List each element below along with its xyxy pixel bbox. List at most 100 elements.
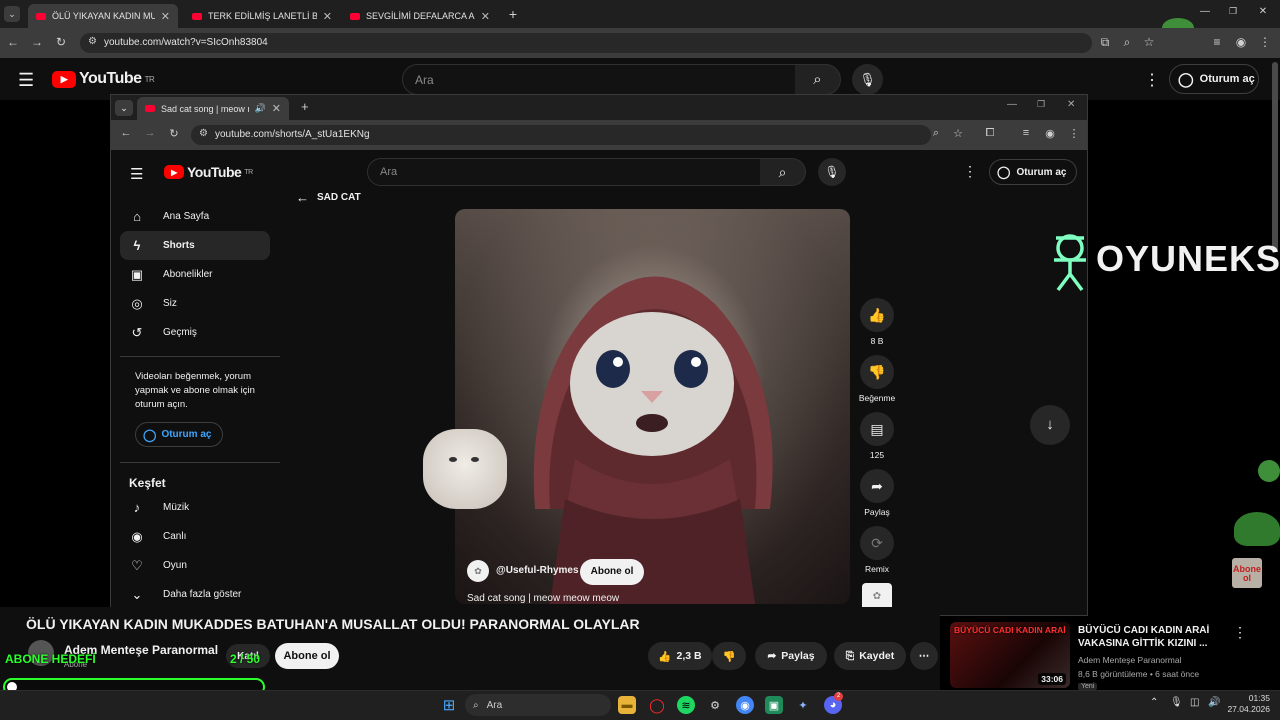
- close-tab-icon[interactable]: ✕: [161, 10, 170, 23]
- profile-icon[interactable]: ◉: [1041, 127, 1059, 140]
- menu-icon[interactable]: ☰: [130, 165, 143, 183]
- sign-in-button[interactable]: ◯ Oturum aç: [989, 159, 1077, 185]
- channel-handle[interactable]: @Useful-Rhymes: [496, 565, 579, 576]
- network-icon[interactable]: ◫: [1190, 697, 1199, 708]
- search-input[interactable]: Ara: [367, 158, 761, 186]
- chrome-menu-icon[interactable]: ⋮: [1256, 35, 1274, 49]
- recommended-channel[interactable]: Adem Menteşe Paranormal: [1078, 655, 1181, 665]
- back-icon[interactable]: ←: [4, 35, 22, 49]
- sidebar-item-history[interactable]: ↺ Geçmiş: [120, 318, 270, 347]
- spotify-icon[interactable]: ≋: [677, 696, 695, 714]
- new-tab-icon[interactable]: +: [504, 6, 522, 22]
- dislike-icon[interactable]: 👎: [860, 355, 894, 389]
- browser-tab-1[interactable]: ÖLÜ YIKAYAN KADIN MUKADDE ✕: [28, 4, 178, 28]
- file-explorer-icon[interactable]: ▬: [618, 696, 636, 714]
- more-options-icon[interactable]: ⋮: [1144, 70, 1160, 90]
- search-button[interactable]: ⌕: [795, 64, 841, 95]
- taskbar-search[interactable]: ⌕ Ara: [465, 694, 611, 716]
- site-info-icon[interactable]: ⚙: [199, 128, 208, 139]
- share-button[interactable]: ➦ Paylaş: [755, 642, 827, 670]
- media-icon[interactable]: ≡: [1017, 127, 1035, 139]
- like-action[interactable]: 👍 8 B: [860, 298, 894, 346]
- close-window-icon[interactable]: ✕: [1067, 99, 1075, 110]
- share-icon[interactable]: ➦: [860, 469, 894, 503]
- cast-icon[interactable]: ⧉: [1096, 35, 1114, 50]
- app-icon[interactable]: ✦: [794, 696, 812, 714]
- comment-icon[interactable]: ▤: [860, 412, 894, 446]
- new-tab-icon[interactable]: +: [301, 99, 309, 114]
- back-icon[interactable]: ←: [117, 127, 135, 139]
- chrome-menu-icon[interactable]: ⋮: [1065, 127, 1083, 140]
- page-scrollbar[interactable]: [1272, 62, 1278, 252]
- address-bar[interactable]: ⚙ youtube.com/watch?v=SIcOnh83804: [80, 33, 1092, 53]
- sidebar-item-you[interactable]: ◎ Siz: [120, 289, 270, 318]
- forward-icon[interactable]: →: [141, 127, 159, 139]
- inner-tab[interactable]: Sad cat song | meow meow 🔊 ✕: [137, 97, 289, 120]
- voice-search-button[interactable]: 🎙: [852, 64, 883, 95]
- zoom-icon[interactable]: ⌕: [1118, 35, 1136, 50]
- restore-icon[interactable]: ❐: [1037, 99, 1045, 110]
- share-action[interactable]: ➦ Paylaş: [860, 469, 894, 517]
- close-tab-icon[interactable]: ✕: [481, 10, 490, 23]
- subscribe-button[interactable]: Abone ol: [275, 643, 339, 669]
- sidebar-item-music[interactable]: ♪ Müzik: [120, 493, 270, 522]
- youtube-logo[interactable]: ▶ YouTube TR: [164, 164, 253, 180]
- subscribe-button[interactable]: Abone ol: [580, 559, 644, 585]
- like-icon[interactable]: 👍: [860, 298, 894, 332]
- tab-search-icon[interactable]: ⌄: [4, 6, 20, 22]
- sidebar-item-home[interactable]: ⌂ Ana Sayfa: [120, 202, 270, 231]
- reload-icon[interactable]: ↻: [52, 35, 70, 49]
- minimize-icon[interactable]: —: [1196, 6, 1214, 17]
- sidebar-item-shorts[interactable]: ϟ Shorts: [120, 231, 270, 260]
- bookmark-star-icon[interactable]: ☆: [1140, 35, 1158, 49]
- windows-start-icon[interactable]: ⊞: [440, 696, 458, 714]
- settings-icon[interactable]: ⚙: [706, 696, 724, 714]
- more-actions-button[interactable]: ⋯: [910, 642, 938, 670]
- profile-icon[interactable]: ◉: [1232, 35, 1250, 49]
- tray-chevron-icon[interactable]: ⌃: [1150, 697, 1158, 708]
- chrome-icon[interactable]: ◉: [736, 696, 754, 714]
- remix-icon[interactable]: ⟳: [860, 526, 894, 560]
- microphone-tray-icon[interactable]: 🎙: [1170, 697, 1183, 708]
- sidebar-item-subscriptions[interactable]: ▣ Abonelikler: [120, 260, 270, 289]
- site-info-icon[interactable]: ⚙: [88, 36, 97, 47]
- audio-playing-icon[interactable]: 🔊: [255, 103, 266, 114]
- media-icon[interactable]: ≡: [1208, 35, 1226, 49]
- sidebar-item-show-more[interactable]: ⌄ Daha fazla göster: [120, 580, 270, 609]
- browser-tab-3[interactable]: SEVGİLİMİ DEFALARCA ALD@1 ✕: [342, 4, 498, 28]
- restore-icon[interactable]: ❐: [1224, 6, 1242, 17]
- remix-action[interactable]: ⟳ Remix: [860, 526, 894, 574]
- tab-search-icon[interactable]: ⌄: [115, 100, 133, 116]
- sidebar-sign-in-button[interactable]: ◯ Oturum aç: [135, 422, 223, 447]
- recommended-thumbnail[interactable]: BÜYÜCÜ CADI KADIN ARAİ 33:06: [950, 622, 1070, 688]
- search-button[interactable]: ⌕: [760, 158, 806, 186]
- sidebar-item-live[interactable]: ◉ Canlı: [120, 522, 270, 551]
- search-input[interactable]: Ara: [402, 64, 796, 95]
- next-short-button[interactable]: ↓: [1030, 405, 1070, 445]
- volume-icon[interactable]: 🔊: [1208, 697, 1220, 708]
- save-button[interactable]: ⎘ Kaydet: [834, 642, 906, 670]
- app-icon[interactable]: ▣: [765, 696, 783, 714]
- dislike-action[interactable]: 👎 Beğenme: [859, 355, 895, 403]
- close-tab-icon[interactable]: ✕: [323, 10, 332, 23]
- youtube-logo[interactable]: ▶ YouTube TR: [52, 70, 155, 88]
- voice-search-button[interactable]: 🎙: [818, 158, 846, 186]
- forward-icon[interactable]: →: [28, 35, 46, 49]
- menu-icon[interactable]: ☰: [18, 70, 34, 91]
- close-tab-icon[interactable]: ✕: [272, 102, 281, 115]
- reload-icon[interactable]: ↻: [165, 127, 183, 140]
- more-options-icon[interactable]: ⋮: [963, 163, 977, 180]
- clock[interactable]: 01:35 27.04.2026: [1226, 693, 1270, 715]
- recommended-title[interactable]: BÜYÜCÜ CADI KADIN ARAİ VAKASINA GİTTİK K…: [1078, 624, 1218, 650]
- extensions-icon[interactable]: ⧠: [981, 127, 999, 140]
- sidebar-item-gaming[interactable]: ♡ Oyun: [120, 551, 270, 580]
- comment-action[interactable]: ▤ 125: [860, 412, 894, 460]
- minimize-icon[interactable]: —: [1007, 99, 1017, 110]
- browser-tab-2[interactable]: TERK EDİLMİŞ LANETLİ BİNAYA ✕: [184, 4, 340, 28]
- like-button[interactable]: 👍 2,3 B: [648, 642, 712, 670]
- shorts-back-button[interactable]: ← SAD CAT: [296, 190, 361, 205]
- recommended-menu-icon[interactable]: ⋮: [1233, 624, 1247, 641]
- dislike-button[interactable]: 👎: [712, 642, 746, 670]
- inner-address-bar[interactable]: ⚙ youtube.com/shorts/A_stUa1EKNg: [191, 125, 931, 145]
- channel-avatar[interactable]: ✿: [467, 560, 489, 582]
